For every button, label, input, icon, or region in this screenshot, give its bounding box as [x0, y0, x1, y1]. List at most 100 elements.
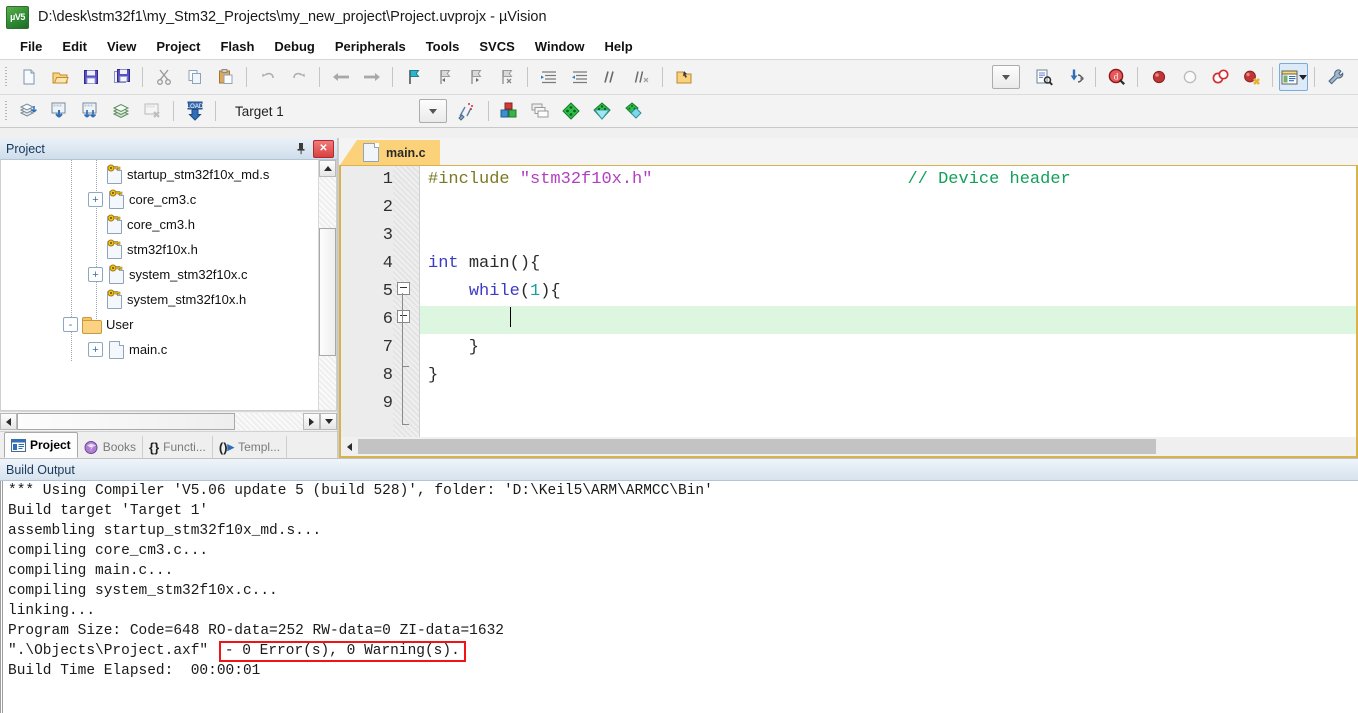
code-line[interactable]: int main(){: [420, 250, 1356, 278]
menu-help[interactable]: Help: [595, 37, 643, 56]
menu-flash[interactable]: Flash: [210, 37, 264, 56]
editor-horizontal-scrollbar[interactable]: [339, 437, 1358, 458]
tab-books[interactable]: ? Books: [78, 436, 144, 458]
tree-item[interactable]: stm32f10x.h: [1, 237, 318, 262]
code-line[interactable]: [420, 222, 1356, 250]
outdent-icon[interactable]: [565, 63, 594, 91]
code-line[interactable]: [420, 306, 1356, 334]
bookmark-prev-icon[interactable]: [430, 63, 459, 91]
code-line[interactable]: }: [420, 334, 1356, 362]
scroll-left-arrow[interactable]: [0, 413, 17, 430]
bookmark-clear-icon[interactable]: [492, 63, 521, 91]
editor-scroll-left-arrow[interactable]: [341, 438, 358, 455]
code-line[interactable]: [420, 194, 1356, 222]
insert-breakpoint-icon[interactable]: [1144, 63, 1173, 91]
target-dropdown[interactable]: [418, 99, 447, 123]
cut-icon[interactable]: [149, 63, 178, 91]
expand-icon[interactable]: +: [88, 342, 103, 357]
tree-item[interactable]: core_cm3.h: [1, 212, 318, 237]
settings-wrench-icon[interactable]: [1321, 63, 1350, 91]
fold-column[interactable]: [393, 166, 419, 437]
navigate-back-icon[interactable]: [326, 63, 355, 91]
manage-components-icon[interactable]: [495, 97, 524, 125]
stop-build-icon[interactable]: [138, 97, 167, 125]
start-debug-icon[interactable]: d: [1102, 63, 1131, 91]
open-folder-icon[interactable]: [669, 63, 698, 91]
code-line[interactable]: [420, 390, 1356, 418]
expand-icon[interactable]: +: [88, 267, 103, 282]
pin-icon[interactable]: [293, 141, 309, 157]
menu-project[interactable]: Project: [146, 37, 210, 56]
tree-item[interactable]: - User: [1, 312, 318, 337]
uncomment-icon[interactable]: [627, 63, 656, 91]
window-layout-icon[interactable]: [1279, 63, 1308, 91]
undo-icon[interactable]: [253, 63, 282, 91]
menu-debug[interactable]: Debug: [264, 37, 324, 56]
paste-icon[interactable]: [211, 63, 240, 91]
code-lines[interactable]: #include "stm32f10x.h" // Device header i…: [420, 166, 1356, 437]
pack-installer-icon[interactable]: [557, 97, 586, 125]
multi-project-icon[interactable]: [526, 97, 555, 125]
redo-icon[interactable]: [284, 63, 313, 91]
tree-item[interactable]: startup_stm32f10x_md.s: [1, 162, 318, 187]
tab-project[interactable]: Project: [4, 432, 78, 458]
translate-icon[interactable]: [14, 97, 43, 125]
navigate-forward-icon[interactable]: [357, 63, 386, 91]
project-tree[interactable]: startup_stm32f10x_md.s + core_cm3.c core_cm…: [0, 160, 337, 411]
pack-manager-icon[interactable]: [619, 97, 648, 125]
toolbar-grip[interactable]: [3, 101, 10, 121]
close-icon[interactable]: ✕: [313, 139, 334, 158]
manage-run-time-icon[interactable]: [588, 97, 617, 125]
scrollbar-thumb[interactable]: [319, 228, 336, 356]
download-icon[interactable]: LOAD: [180, 97, 209, 125]
save-icon[interactable]: [76, 63, 105, 91]
menu-svcs[interactable]: SVCS: [469, 37, 524, 56]
disable-breakpoint-icon[interactable]: [1175, 63, 1204, 91]
tree-item[interactable]: system_stm32f10x.h: [1, 287, 318, 312]
collapse-icon[interactable]: -: [63, 317, 78, 332]
comment-icon[interactable]: [596, 63, 625, 91]
menu-tools[interactable]: Tools: [416, 37, 470, 56]
scroll-right-arrow[interactable]: [303, 413, 320, 430]
fold-box-line5[interactable]: [397, 310, 410, 323]
menu-peripherals[interactable]: Peripherals: [325, 37, 416, 56]
code-line[interactable]: while(1){: [420, 278, 1356, 306]
command-dropdown[interactable]: [992, 65, 1020, 89]
expand-icon[interactable]: +: [88, 192, 103, 207]
open-file-icon[interactable]: [45, 63, 74, 91]
configure-icon[interactable]: [1060, 63, 1089, 91]
scroll-up-arrow[interactable]: [319, 160, 336, 177]
save-all-icon[interactable]: [107, 63, 136, 91]
menu-window[interactable]: Window: [525, 37, 595, 56]
batch-build-icon[interactable]: [107, 97, 136, 125]
editor-tab-main-c[interactable]: main.c: [340, 140, 440, 165]
build-output-text[interactable]: *** Using Compiler 'V5.06 update 5 (buil…: [0, 481, 1358, 713]
project-horizontal-scrollbar[interactable]: [0, 411, 337, 431]
tab-functions[interactable]: {} Functi...: [143, 436, 213, 458]
tree-item[interactable]: + system_stm32f10x.c: [1, 262, 318, 287]
tab-templates[interactable]: () ▸ Templ...: [213, 436, 288, 458]
code-line[interactable]: #include "stm32f10x.h" // Device header: [420, 166, 1356, 194]
copy-icon[interactable]: [180, 63, 209, 91]
code-line[interactable]: }: [420, 362, 1356, 390]
build-target-icon[interactable]: [45, 97, 74, 125]
target-options-icon[interactable]: [453, 97, 482, 125]
new-file-icon[interactable]: [14, 63, 43, 91]
project-tree-scrollbar[interactable]: [318, 160, 336, 410]
menu-edit[interactable]: Edit: [52, 37, 97, 56]
kill-all-breakpoints-icon[interactable]: [1206, 63, 1235, 91]
menu-file[interactable]: File: [10, 37, 52, 56]
tree-item[interactable]: + core_cm3.c: [1, 187, 318, 212]
fold-box-line4[interactable]: [397, 282, 410, 295]
tree-item[interactable]: + main.c: [1, 337, 318, 362]
rebuild-all-icon[interactable]: [76, 97, 105, 125]
bookmark-toggle-icon[interactable]: [399, 63, 428, 91]
menu-view[interactable]: View: [97, 37, 146, 56]
indent-icon[interactable]: [534, 63, 563, 91]
editor-hscrollbar-thumb[interactable]: [358, 439, 1157, 454]
code-editor[interactable]: 1 2 3 4 5 6 7 8 9 #include "stm32f10x.h" // Devi…: [339, 166, 1358, 437]
bookmark-next-icon[interactable]: [461, 63, 490, 91]
find-in-files-icon[interactable]: [1029, 63, 1058, 91]
hscrollbar-thumb[interactable]: [17, 413, 235, 430]
scroll-dropdown-arrow[interactable]: [320, 413, 337, 430]
